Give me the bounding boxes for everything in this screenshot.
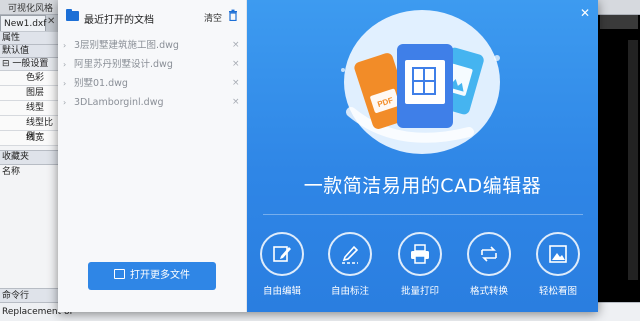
tab-close-icon[interactable]: ✕ bbox=[47, 16, 58, 29]
property-row[interactable]: 线型 bbox=[0, 101, 60, 116]
property-row[interactable]: 色彩 bbox=[0, 71, 60, 86]
favorites-name-column: 名称 bbox=[2, 167, 21, 177]
recent-file-item[interactable]: › 别墅01.dwg × bbox=[58, 74, 246, 93]
open-more-files-label: 打开更多文件 bbox=[130, 270, 190, 281]
file-name: 3层别墅建筑施工图.dwg bbox=[74, 40, 179, 51]
action-batch-print[interactable]: 批量打印 bbox=[385, 232, 455, 302]
expand-arrow-icon: › bbox=[63, 60, 67, 69]
action-easy-view[interactable]: 轻松看图 bbox=[523, 232, 593, 302]
hero-illustration: PDF bbox=[341, 10, 500, 154]
expand-arrow-icon: › bbox=[63, 98, 67, 107]
dwg-file-icon bbox=[397, 44, 453, 128]
recent-header: 最近打开的文档 清空 bbox=[58, 0, 246, 32]
start-dialog: 最近打开的文档 清空 › 3层别墅建筑施工图.dwg × › 阿里苏丹别墅设计.… bbox=[58, 0, 598, 312]
action-label: 自由编辑 bbox=[262, 286, 301, 297]
recent-file-list: › 3层别墅建筑施工图.dwg × › 阿里苏丹别墅设计.dwg × › 别墅0… bbox=[58, 36, 246, 112]
properties-panel: 属性 默认值 ⊟ 一般设置 色彩 图层 线型 线型比例 线宽 收藏夹 名称 bbox=[0, 32, 61, 302]
remove-icon[interactable]: × bbox=[232, 55, 240, 74]
file-tab[interactable]: New1.dxf bbox=[0, 15, 46, 31]
favorites-header: 收藏夹 bbox=[0, 150, 60, 165]
feature-actions: 自由编辑 自由标注 批量打印 格式转换 轻松看图 bbox=[247, 232, 598, 302]
welcome-panel: ✕ PDF 一款简洁易用的CAD编辑器 自由编辑 自由标注 批量打印 格式转换 … bbox=[247, 0, 598, 312]
file-name: 别墅01.dwg bbox=[74, 78, 128, 89]
property-row[interactable]: 线型比例 bbox=[0, 116, 60, 142]
action-label: 自由标注 bbox=[330, 286, 369, 297]
open-folder-icon bbox=[114, 269, 125, 279]
properties-header: 属性 bbox=[0, 32, 60, 45]
recent-file-item[interactable]: › 3层别墅建筑施工图.dwg × bbox=[58, 36, 246, 55]
remove-icon[interactable]: × bbox=[232, 36, 240, 55]
property-row[interactable]: 图层 bbox=[0, 86, 60, 101]
remove-icon[interactable]: × bbox=[232, 93, 240, 112]
action-label: 格式转换 bbox=[469, 286, 508, 297]
section-divider bbox=[263, 214, 583, 215]
file-name: 3DLamborginl.dwg bbox=[74, 97, 164, 108]
file-name: 阿里苏丹别墅设计.dwg bbox=[74, 59, 173, 70]
menubar-text[interactable]: 可视化风格 bbox=[8, 1, 53, 14]
action-label: 轻松看图 bbox=[538, 286, 577, 297]
open-more-files-button[interactable]: 打开更多文件 bbox=[88, 262, 216, 290]
annotate-icon bbox=[342, 245, 359, 264]
recent-title: 最近打开的文档 bbox=[84, 15, 154, 26]
recent-file-item[interactable]: › 3DLamborginl.dwg × bbox=[58, 93, 246, 112]
expand-arrow-icon: › bbox=[63, 41, 67, 50]
command-line-header: 命令行 bbox=[0, 288, 62, 303]
action-free-annotate[interactable]: 自由标注 bbox=[315, 232, 385, 302]
document-tabbar: New1.dxf ✕ bbox=[0, 15, 60, 32]
action-label: 批量打印 bbox=[400, 286, 439, 297]
recent-documents-panel: 最近打开的文档 清空 › 3层别墅建筑施工图.dwg × › 阿里苏丹别墅设计.… bbox=[58, 0, 247, 312]
product-slogan: 一款简洁易用的CAD编辑器 bbox=[303, 175, 542, 197]
action-free-edit[interactable]: 自由编辑 bbox=[247, 232, 317, 302]
property-row[interactable]: 线宽 bbox=[0, 131, 60, 146]
trash-icon[interactable] bbox=[228, 9, 238, 21]
general-settings-group[interactable]: ⊟ 一般设置 bbox=[0, 58, 60, 71]
properties-default-header: 默认值 bbox=[0, 45, 60, 58]
action-format-convert[interactable]: 格式转换 bbox=[454, 232, 524, 302]
image-view-icon bbox=[549, 245, 567, 263]
recent-file-item[interactable]: › 阿里苏丹别墅设计.dwg × bbox=[58, 55, 246, 74]
convert-icon bbox=[481, 246, 497, 262]
folder-icon bbox=[66, 9, 79, 21]
print-icon bbox=[411, 244, 429, 264]
remove-icon[interactable]: × bbox=[232, 74, 240, 93]
canvas-scrollbar[interactable] bbox=[628, 40, 638, 280]
expand-arrow-icon: › bbox=[63, 79, 67, 88]
edit-icon bbox=[273, 246, 291, 262]
clear-button[interactable]: 清空 bbox=[204, 11, 222, 24]
canvas-toolbar bbox=[600, 15, 638, 29]
